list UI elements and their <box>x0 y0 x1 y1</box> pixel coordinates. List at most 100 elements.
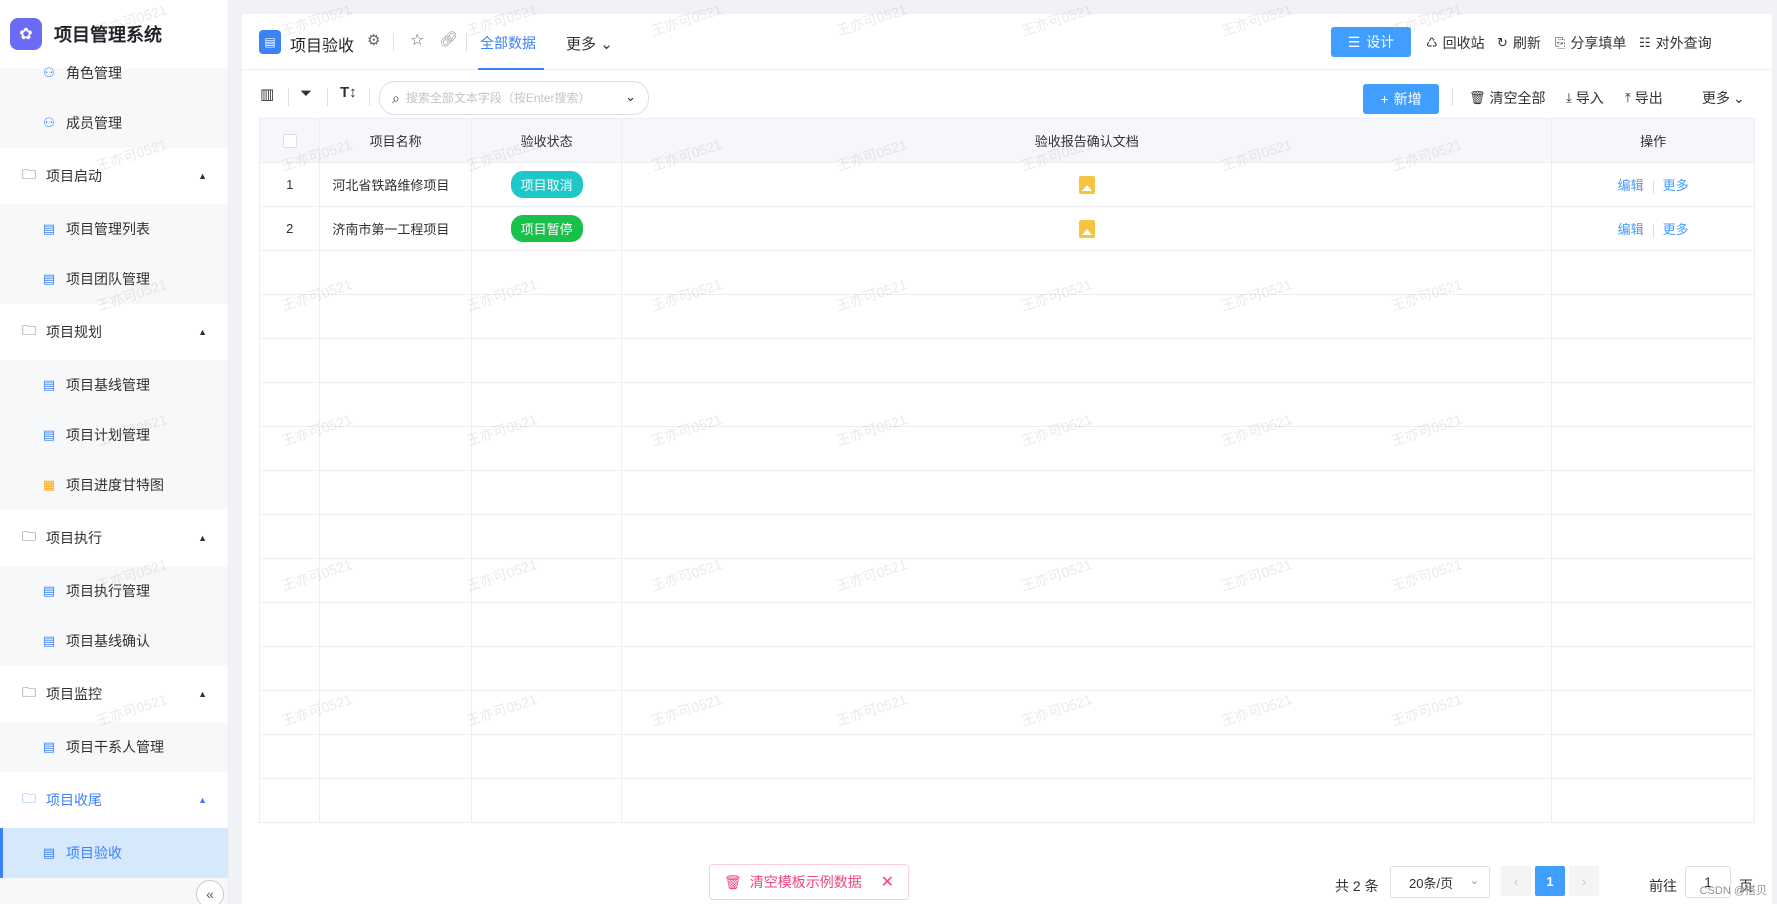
edit-link[interactable]: 编辑 <box>1618 222 1644 237</box>
page-document-icon: ▤ <box>259 30 281 54</box>
empty-table-row <box>258 690 1755 735</box>
document-icon: ▤ <box>42 271 56 286</box>
recycle-icon: ♺ <box>1426 35 1438 50</box>
app-title: 项目管理系统 <box>54 25 162 45</box>
sidebar-item-label: 项目基线管理 <box>66 377 150 393</box>
actions-cell: 编辑 更多 <box>1551 206 1755 251</box>
folder-icon: 🗀︎ <box>22 684 36 700</box>
sidebar-group-exec[interactable]: 🗀︎ 项目执行 ▲ <box>0 510 228 566</box>
divider <box>466 33 467 51</box>
sidebar-item-acceptance[interactable]: ▤ 项目验收 <box>0 828 228 878</box>
filter-icon[interactable]: ⏷ <box>300 85 312 102</box>
clear-demo-data-banner[interactable]: 🗑︎ 清空模板示例数据 ✕ <box>709 864 909 900</box>
column-header-status: 验收状态 <box>470 118 623 163</box>
sidebar-item-roles[interactable]: ⚇ 角色管理 <box>0 48 228 98</box>
sidebar-group-label: 项目启动 <box>46 168 102 184</box>
add-button[interactable]: + 新增 <box>1363 84 1439 114</box>
table-row[interactable]: 2 济南市第一工程项目 项目暂停 编辑 更多 <box>258 206 1755 251</box>
image-file-icon[interactable] <box>1078 175 1095 194</box>
tab-active-indicator <box>478 68 544 70</box>
table-row[interactable]: 1 河北省铁路维修项目 项目取消 编辑 更多 <box>258 162 1755 207</box>
sidebar-item-label: 项目执行管理 <box>66 583 150 599</box>
design-button[interactable]: ☰ 设计 <box>1331 27 1411 57</box>
collapse-sidebar-icon[interactable]: « <box>196 880 224 904</box>
empty-table-row <box>258 734 1755 779</box>
column-header-name: 项目名称 <box>319 118 472 163</box>
report-cell <box>621 162 1553 207</box>
table-header-row: 项目名称 验收状态 验收报告确认文档 操作 <box>258 118 1755 163</box>
sidebar-item-stakeholder[interactable]: ▤ 项目干系人管理 <box>0 722 228 772</box>
clear-demo-label: 清空模板示例数据 <box>749 874 862 890</box>
chevron-down-icon[interactable]: ⌄ <box>625 89 636 105</box>
link-icon[interactable]: 🔗︎ <box>439 30 458 48</box>
share-form-icon: ⎘ <box>1555 35 1566 50</box>
export-label: 导出 <box>1634 90 1663 106</box>
next-page-button[interactable]: › <box>1569 866 1599 896</box>
prev-page-button[interactable]: ‹ <box>1501 866 1531 896</box>
empty-table-row <box>258 470 1755 515</box>
export-button[interactable]: ⤒ 导出 <box>1625 88 1663 108</box>
toolbar: ▥ ⏷ T↕ ⌕ ⌄ +新增 🗑︎清空全部 ⤓导入 ⤒导出 更多⌄ <box>242 74 1772 118</box>
search-input[interactable] <box>405 91 616 105</box>
sidebar-item-members[interactable]: ⚇ 成员管理 <box>0 98 228 148</box>
external-query-button[interactable]: ☷ 对外查询 <box>1639 33 1712 53</box>
clear-all-button[interactable]: 🗑︎ 清空全部 <box>1469 88 1546 108</box>
sidebar-item-label: 角色管理 <box>66 65 122 81</box>
column-header-report: 验收报告确认文档 <box>621 118 1553 163</box>
sidebar-group-start[interactable]: 🗀︎ 项目启动 ▲ <box>0 148 228 204</box>
select-all-checkbox[interactable] <box>258 118 321 163</box>
sliders-icon: ☰ <box>1347 33 1361 50</box>
column-settings-icon[interactable]: ▥ <box>260 85 274 103</box>
caret-up-icon: ▲ <box>198 795 207 805</box>
sort-icon[interactable]: T↕ <box>340 84 357 101</box>
sidebar-item-exec[interactable]: ▤ 项目执行管理 <box>0 566 228 616</box>
page-size-select[interactable]: 20条/页 ⌄ <box>1390 866 1490 898</box>
actions-cell: 编辑 更多 <box>1551 162 1755 207</box>
tab-more[interactable]: 更多 ⌄ <box>566 33 613 54</box>
row-index: 2 <box>258 206 321 251</box>
sidebar: ✿ 项目管理系统 ⚇ 角色管理 ⚇ 成员管理 🗀︎ 项目启动 ▲ ▤ 项目管理列表 ▤ 项目团队管理… <box>0 0 229 904</box>
recycle-bin-button[interactable]: ♺ 回收站 <box>1426 33 1485 53</box>
sidebar-item-baseline-confirm[interactable]: ▤ 项目基线确认 <box>0 616 228 666</box>
more-link[interactable]: 更多 <box>1663 222 1689 237</box>
import-label: 导入 <box>1575 90 1604 106</box>
sidebar-item-project-list[interactable]: ▤ 项目管理列表 <box>0 204 228 254</box>
user-icon: ⚇ <box>43 65 55 80</box>
settings-gear-icon[interactable]: ⚙ <box>367 31 380 49</box>
sidebar-item-label: 项目团队管理 <box>66 271 150 287</box>
page-number[interactable]: 1 <box>1535 866 1565 896</box>
import-button[interactable]: ⤓ 导入 <box>1566 88 1604 108</box>
document-icon: ▤ <box>42 427 56 442</box>
document-icon: ▤ <box>42 377 56 392</box>
sidebar-item-team[interactable]: ▤ 项目团队管理 <box>0 254 228 304</box>
trash-icon: 🗑︎ <box>724 873 742 890</box>
empty-table-row <box>258 426 1755 471</box>
sidebar-item-gantt[interactable]: ▦ 项目进度甘特图 <box>0 460 228 510</box>
sidebar-item-label: 项目干系人管理 <box>66 739 164 755</box>
edit-link[interactable]: 编辑 <box>1618 178 1644 193</box>
search-list-icon: ☷ <box>1639 35 1651 50</box>
refresh-button[interactable]: ↻ 刷新 <box>1497 33 1541 53</box>
trash-icon: 🗑︎ <box>1469 90 1486 105</box>
column-header-actions: 操作 <box>1551 118 1755 163</box>
more-dropdown[interactable]: 更多 ⌄ <box>1702 88 1745 108</box>
sidebar-group-close[interactable]: 🗀︎ 项目收尾 ▲ <box>0 772 228 828</box>
sidebar-item-baseline[interactable]: ▤ 项目基线管理 <box>0 360 228 410</box>
close-icon[interactable]: ✕ <box>881 872 894 892</box>
share-fill-button[interactable]: ⎘ 分享填单 <box>1555 33 1626 53</box>
status-cell: 项目暂停 <box>470 206 623 251</box>
favorite-star-icon[interactable]: ☆ <box>410 30 424 50</box>
recycle-label: 回收站 <box>1442 35 1485 51</box>
tab-all-data[interactable]: 全部数据 <box>480 33 536 53</box>
checkbox[interactable] <box>282 134 297 149</box>
chevron-down-icon: ⌄ <box>600 36 613 53</box>
sidebar-group-monitor[interactable]: 🗀︎ 项目监控 ▲ <box>0 666 228 722</box>
document-icon: ▤ <box>42 221 56 236</box>
more-link[interactable]: 更多 <box>1663 178 1689 193</box>
sidebar-item-plan[interactable]: ▤ 项目计划管理 <box>0 410 228 460</box>
image-file-icon[interactable] <box>1078 219 1095 238</box>
external-label: 对外查询 <box>1655 35 1712 51</box>
document-icon: ▤ <box>42 633 56 648</box>
upload-icon: ⤒ <box>1625 90 1631 105</box>
sidebar-group-plan[interactable]: 🗀︎ 项目规划 ▲ <box>0 304 228 360</box>
